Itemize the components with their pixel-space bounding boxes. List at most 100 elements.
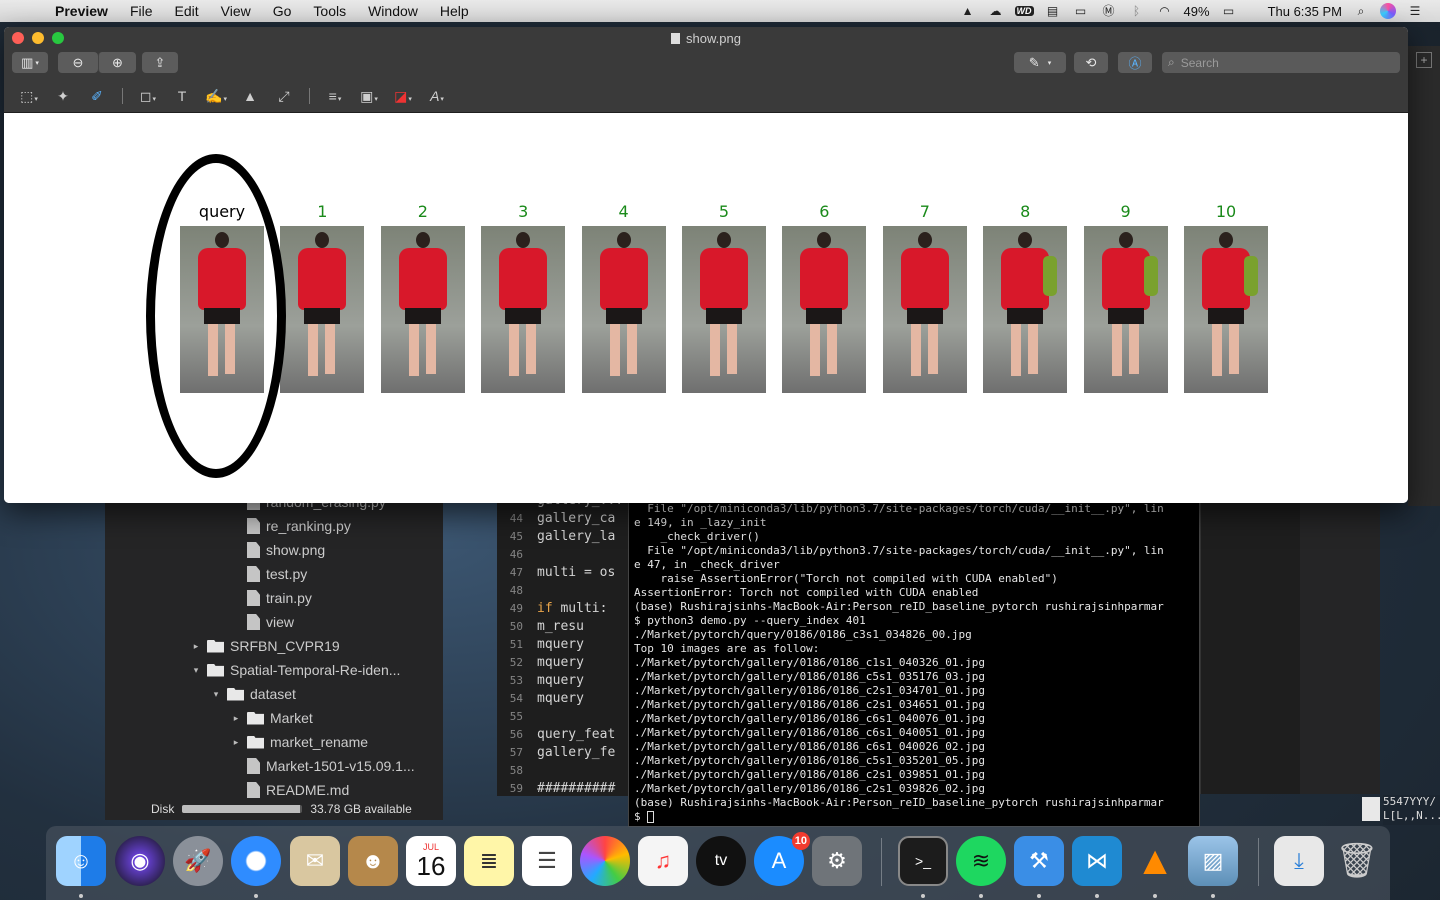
file-item[interactable]: train.py xyxy=(231,586,312,610)
drives-status-icon[interactable]: ▤ xyxy=(1044,4,1062,18)
code-line[interactable]: 47 multi = os xyxy=(497,564,616,582)
code-line[interactable]: 56 query_feat xyxy=(497,726,616,744)
terminal-icon[interactable]: >_ xyxy=(898,836,948,886)
apple-tv-icon[interactable]: tv xyxy=(696,836,746,886)
menu-window[interactable]: Window xyxy=(357,3,429,19)
folder-item[interactable]: ▸ Market xyxy=(231,706,313,730)
adjust-size-icon[interactable]: ⤢ xyxy=(267,88,301,105)
file-item[interactable]: re_ranking.py xyxy=(231,514,351,538)
bluetooth-icon[interactable]: ᛒ xyxy=(1128,4,1146,18)
code-line[interactable]: 55 xyxy=(497,708,537,726)
code-line[interactable]: 58 xyxy=(497,762,537,780)
chevron-right-icon[interactable]: ▸ xyxy=(231,713,241,724)
code-editor[interactable]: gallery_...44gallery_ca45gallery_la4647m… xyxy=(497,493,637,798)
folder-item[interactable]: ▾ dataset xyxy=(211,682,296,706)
safari-icon[interactable] xyxy=(231,836,281,886)
folder-item[interactable]: ▾ Spatial-Temporal-Re-iden... xyxy=(191,658,401,682)
search-input[interactable] xyxy=(1180,55,1381,70)
instant-alpha-icon[interactable]: ✦ xyxy=(46,88,80,105)
display-status-icon[interactable]: ▭ xyxy=(1072,4,1090,18)
siri-icon[interactable] xyxy=(1380,3,1396,19)
code-line[interactable]: 49 if multi: xyxy=(497,600,608,618)
chevron-down-icon[interactable]: ▾ xyxy=(211,689,221,700)
code-line[interactable]: 51 mquery xyxy=(497,636,584,654)
notes-icon[interactable]: ≣ xyxy=(464,836,514,886)
vlc-status-icon[interactable]: ▲ xyxy=(959,4,977,18)
mail-icon[interactable]: ✉ xyxy=(290,836,340,886)
code-line[interactable]: 50 m_resu xyxy=(497,618,584,636)
shape-style-icon[interactable]: ≡▾ xyxy=(318,88,352,104)
menu-app-preview[interactable]: Preview xyxy=(44,3,119,19)
menu-go[interactable]: Go xyxy=(262,3,303,19)
file-item[interactable]: view xyxy=(231,610,294,634)
sign-icon[interactable]: ✍▾ xyxy=(199,88,233,105)
file-item[interactable]: test.py xyxy=(231,562,307,586)
highlight-button[interactable]: ✎ ▾ xyxy=(1014,52,1066,73)
battery-charging-icon[interactable]: ▭ xyxy=(1220,4,1238,18)
siri-icon[interactable]: ◉ xyxy=(115,836,165,886)
xcode-icon[interactable]: ⚒ xyxy=(1014,836,1064,886)
menu-file[interactable]: File xyxy=(119,3,164,19)
wd-status-icon[interactable]: WD xyxy=(1014,6,1034,16)
share-button[interactable]: ⇪ xyxy=(142,52,178,73)
code-line[interactable]: 44 gallery_ca xyxy=(497,510,616,528)
terminal-window[interactable]: File "/opt/miniconda3/lib/python3.7/site… xyxy=(628,502,1200,827)
border-color-icon[interactable]: ▣▾ xyxy=(352,88,386,105)
code-line[interactable]: 48 xyxy=(497,582,537,600)
sketch-icon[interactable]: ✐ xyxy=(80,88,114,105)
scrollbar-thumb[interactable] xyxy=(1362,797,1380,821)
notification-center-icon[interactable]: ☰ xyxy=(1406,4,1424,18)
code-line[interactable]: 57 gallery_fe xyxy=(497,744,616,762)
folder-item[interactable]: ▸ market_rename xyxy=(231,730,368,754)
malwarebytes-status-icon[interactable]: Ⓜ xyxy=(1100,4,1118,18)
music-icon[interactable]: ♫ xyxy=(638,836,688,886)
file-item[interactable]: show.png xyxy=(231,538,325,562)
search-field[interactable]: ⌕ xyxy=(1162,52,1400,73)
image-canvas[interactable]: query 1 2 3 4 5 6 7 8 9 10 xyxy=(4,114,1408,503)
markup-toolbar-button[interactable]: Ⓐ xyxy=(1118,52,1152,73)
file-item[interactable]: Market-1501-v15.09.1... xyxy=(231,754,415,778)
menu-view[interactable]: View xyxy=(210,3,262,19)
photos-icon[interactable] xyxy=(580,836,630,886)
cloud-status-icon[interactable]: ☁ xyxy=(987,4,1005,18)
finder-icon[interactable]: ☺ xyxy=(56,836,106,886)
sidebar-toggle-button[interactable]: ▥ ▾ xyxy=(12,52,48,73)
code-line[interactable]: 46 xyxy=(497,546,537,564)
system-preferences-icon[interactable]: ⚙ xyxy=(812,836,862,886)
battery-percent[interactable]: 49% xyxy=(1184,4,1210,19)
code-line[interactable]: 53 mquery xyxy=(497,672,584,690)
code-line[interactable]: 54 mquery xyxy=(497,690,584,708)
menu-help[interactable]: Help xyxy=(429,3,480,19)
vscode-icon[interactable]: ⋈ xyxy=(1072,836,1122,886)
text-box-icon[interactable]: T xyxy=(165,88,199,104)
menu-edit[interactable]: Edit xyxy=(164,3,210,19)
launchpad-icon[interactable]: 🚀 xyxy=(173,836,223,886)
rotate-button[interactable]: ⟲ xyxy=(1074,52,1108,73)
menu-tools[interactable]: Tools xyxy=(302,3,357,19)
rectangular-selection-icon[interactable]: ⬚▾ xyxy=(12,88,46,105)
code-line[interactable]: 45 gallery_la xyxy=(497,528,616,546)
reminders-icon[interactable]: ☰ xyxy=(522,836,572,886)
fill-color-icon[interactable]: ◪▾ xyxy=(386,88,420,105)
preview-icon[interactable]: ▨ xyxy=(1188,836,1238,886)
trash-icon[interactable]: 🗑 xyxy=(1332,836,1382,886)
menubar-clock[interactable]: Thu 6:35 PM xyxy=(1268,4,1342,19)
app-store-icon[interactable]: A 10 xyxy=(754,832,810,886)
folder-item[interactable]: ▸ SRFBN_CVPR19 xyxy=(191,634,340,658)
code-line[interactable]: 52 mquery xyxy=(497,654,584,672)
contacts-icon[interactable]: ☻ xyxy=(348,836,398,886)
add-tab-icon[interactable]: + xyxy=(1416,52,1432,68)
zoom-in-button[interactable]: ⊕ xyxy=(98,52,136,73)
wifi-icon[interactable]: ◠ xyxy=(1156,4,1174,18)
chevron-right-icon[interactable]: ▸ xyxy=(191,641,201,652)
text-style-icon[interactable]: A▾ xyxy=(420,88,454,104)
zoom-out-button[interactable]: ⊖ xyxy=(58,52,98,73)
calendar-icon[interactable]: JUL 16 xyxy=(406,836,456,886)
chevron-right-icon[interactable]: ▸ xyxy=(231,737,241,748)
chevron-down-icon[interactable]: ▾ xyxy=(191,665,201,676)
downloads-icon[interactable]: ⤓ xyxy=(1274,836,1324,886)
spotify-icon[interactable]: ≋ xyxy=(956,836,1006,886)
code-line[interactable]: 59 ########## xyxy=(497,780,616,798)
adjust-color-icon[interactable]: ▲ xyxy=(233,88,267,104)
spotlight-search-icon[interactable]: ⌕ xyxy=(1352,4,1370,18)
